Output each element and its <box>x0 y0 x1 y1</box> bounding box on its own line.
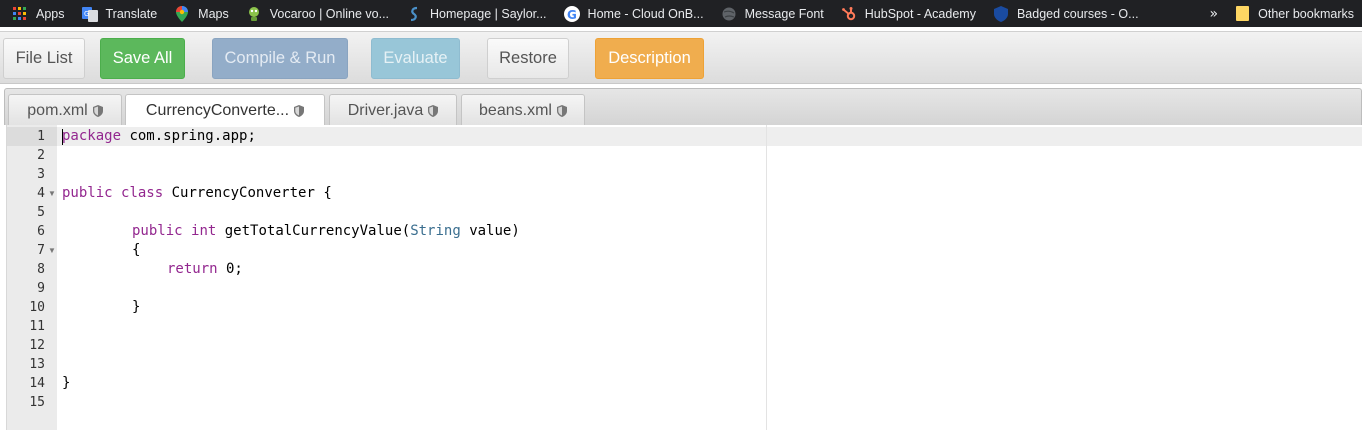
bookmark-cloud-onb[interactable]: G Home - Cloud OnB... <box>563 0 704 27</box>
code-text: getTotalCurrencyValue( <box>216 223 411 239</box>
code-line-1: package com.spring.app; <box>62 127 256 146</box>
code-text: value) <box>460 223 520 239</box>
code-text: com.spring.app; <box>121 128 256 144</box>
compile-run-button[interactable]: Compile & Run <box>212 38 348 79</box>
line-number: 2 <box>37 148 45 163</box>
bookmarks-bar: Apps G Translate Maps Vocaroo | Online v… <box>0 0 1362 27</box>
tab-currency-converter[interactable]: CurrencyConverte... <box>125 94 325 127</box>
lock-shield-icon <box>294 105 305 117</box>
saylor-icon <box>406 6 422 22</box>
tab-label: Driver.java <box>347 101 424 119</box>
line-number: 14 <box>29 376 45 391</box>
folder-icon <box>1234 6 1250 22</box>
globe-icon <box>721 6 737 22</box>
line-number: 6 <box>37 224 45 239</box>
bookmark-apps[interactable]: Apps <box>12 0 65 27</box>
code-text: 0; <box>217 261 243 277</box>
line-number: 10 <box>29 300 45 315</box>
keyword: package <box>62 128 122 144</box>
bookmark-label: Maps <box>198 6 229 21</box>
line-number-gutter: 1 2 3 4 ▼ 5 6 7 ▼ 8 9 10 11 12 13 14 15 <box>7 125 57 430</box>
google-translate-icon: G <box>81 6 98 22</box>
vocaroo-icon <box>246 6 262 22</box>
bookmarks-right: » Other bookmarks <box>1210 0 1354 27</box>
hubspot-icon <box>841 6 857 22</box>
apps-grid-icon <box>12 6 28 22</box>
google-g-icon: G <box>563 5 580 22</box>
bookmark-translate[interactable]: G Translate <box>81 0 158 27</box>
tab-pom-xml[interactable]: pom.xml <box>8 94 122 126</box>
file-list-button[interactable]: File List <box>3 38 85 79</box>
tab-label: pom.xml <box>27 101 88 119</box>
other-bookmarks-label: Other bookmarks <box>1258 6 1354 21</box>
line-number: 13 <box>29 357 45 372</box>
line-number: 8 <box>37 262 45 277</box>
code-text: CurrencyConverter { <box>163 185 332 201</box>
code-line-4: public class CurrencyConverter { <box>62 184 332 203</box>
line-number: 15 <box>29 395 45 410</box>
lock-shield-icon <box>556 104 567 117</box>
bookmark-label: Message Font <box>744 6 824 21</box>
bookmark-label: Translate <box>105 6 158 21</box>
keyword: return <box>167 261 218 277</box>
line-number: 1 <box>37 129 45 144</box>
other-bookmarks[interactable]: Other bookmarks <box>1234 0 1354 27</box>
code-line-6: public int getTotalCurrencyValue(String … <box>132 222 520 241</box>
bookmarks-overflow-chevron[interactable]: » <box>1210 6 1219 22</box>
lock-shield-icon <box>428 104 439 117</box>
bookmark-badged-courses[interactable]: Badged courses - O... <box>993 0 1139 27</box>
print-margin <box>766 125 767 430</box>
file-tabs: pom.xml CurrencyConverte... Driver.java … <box>4 88 1362 127</box>
bookmark-hubspot[interactable]: HubSpot - Academy <box>841 0 976 27</box>
bookmark-vocaroo[interactable]: Vocaroo | Online vo... <box>246 0 389 27</box>
lock-shield-icon <box>92 104 103 117</box>
tab-driver-java[interactable]: Driver.java <box>329 94 457 126</box>
bookmark-label: Vocaroo | Online vo... <box>269 6 390 21</box>
code-line-8: return 0; <box>167 260 243 279</box>
fold-arrow-icon[interactable]: ▼ <box>48 241 56 260</box>
keyword: public <box>132 223 183 239</box>
bookmark-label: HubSpot - Academy <box>864 6 976 21</box>
line-number: 3 <box>37 167 45 182</box>
bookmark-label: Home - Cloud OnB... <box>587 6 704 21</box>
keyword: class <box>121 185 164 201</box>
code-line-14: } <box>62 375 71 391</box>
type-name: String <box>410 223 461 239</box>
keyword: int <box>191 223 217 239</box>
bookmark-saylor[interactable]: Homepage | Saylor... <box>406 0 547 27</box>
text-cursor <box>62 129 63 145</box>
save-all-button[interactable]: Save All <box>100 38 185 79</box>
bookmark-label: Homepage | Saylor... <box>430 6 547 21</box>
bookmark-message-font[interactable]: Message Font <box>721 0 824 27</box>
bookmark-label: Badged courses - O... <box>1016 6 1139 21</box>
badge-shield-icon <box>993 5 1009 22</box>
bookmark-maps[interactable]: Maps <box>174 0 229 27</box>
restore-button[interactable]: Restore <box>487 38 569 79</box>
fold-arrow-icon[interactable]: ▼ <box>48 184 56 203</box>
code-line-10: } <box>132 299 141 315</box>
tab-beans-xml[interactable]: beans.xml <box>461 94 585 126</box>
editor-toolbar: File List Save All Compile & Run Evaluat… <box>0 31 1362 84</box>
line-number: 11 <box>29 319 45 334</box>
line-number: 12 <box>29 338 45 353</box>
description-button[interactable]: Description <box>595 38 704 79</box>
line-number: 4 <box>37 186 45 201</box>
line-number: 5 <box>37 205 45 220</box>
svg-text:G: G <box>84 10 89 18</box>
evaluate-button[interactable]: Evaluate <box>371 38 460 79</box>
code-line-7: { <box>132 242 141 258</box>
bookmark-label: Apps <box>36 6 65 21</box>
tab-label: CurrencyConverte... <box>145 102 290 119</box>
maps-pin-icon <box>174 5 190 22</box>
code-editor[interactable]: 1 2 3 4 ▼ 5 6 7 ▼ 8 9 10 11 12 13 14 15 … <box>6 125 1362 430</box>
svg-text:G: G <box>567 8 577 22</box>
keyword: public <box>62 185 113 201</box>
tab-label: beans.xml <box>479 101 552 119</box>
line-number: 7 <box>37 243 45 258</box>
line-number: 9 <box>37 281 45 296</box>
